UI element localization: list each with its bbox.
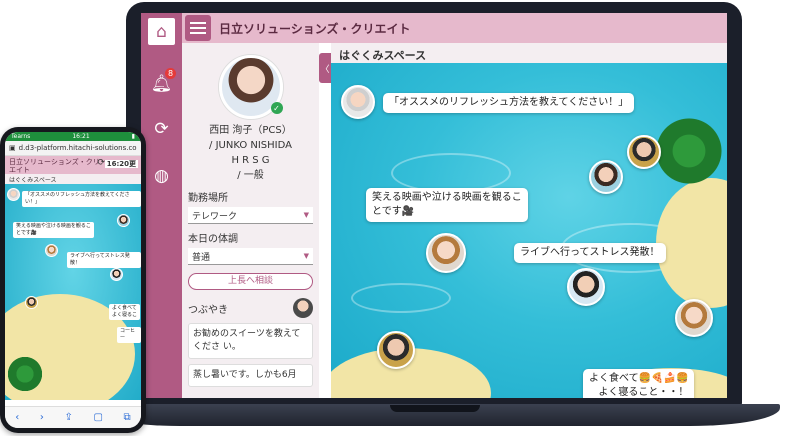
url-text: d.d3-platform.hitachi-solutions.co [18,144,137,152]
avatar[interactable] [589,160,623,194]
bubble-line: よく寝るこ [112,312,138,318]
speech-bubble[interactable]: ライブへ行ってストレス発散！ [67,252,141,268]
device-mockup-stage: ⌂ 🔔︎ 8 ⟳ ◍ 日立ソリューションズ・クリエイト ✓ 西田 洵子（PCS）… [0,0,800,436]
island-sand [656,178,727,308]
sync-icon[interactable]: ⟳ [146,113,177,144]
condition-label: 本日の体調 [188,234,238,245]
space-title: はぐくみスペース [331,43,727,63]
status-time: 16:21 [72,133,90,140]
name-line: / JUNKO NISHIDA [209,140,292,151]
name-line: 西田 洵子（PCS） [209,125,292,136]
bubble-line: よく寝ること・・！ [598,387,689,398]
browser-nav-bar: ‹ › ⇪ ▢ ⧉ [5,406,141,428]
battery-icon: ▮ [131,133,135,140]
phone-app-header: 日立ソリューションズ・クリ エイト ⟳ 16:20更 [5,156,141,174]
app-sidebar: ⌂ 🔔︎ 8 ⟳ ◍ [141,13,182,398]
app-header: 日立ソリューションズ・クリエイト [182,13,727,43]
tweet-card[interactable]: 蒸し暑いです。しかも6月 [188,364,313,387]
bubble-line: とです🎥 [16,230,38,236]
back-icon[interactable]: ‹ [15,412,19,423]
bookmarks-icon[interactable]: ▢ [93,412,102,423]
bell-icon[interactable]: 🔔︎ 8 [146,68,177,99]
speech-bubble[interactable]: 笑える映画や泣ける映画を観るこ とです🎥 [13,222,94,238]
avatar[interactable]: ✓ [218,55,283,119]
phone-status-bar: Tearns 16:21 ▮ [5,132,141,141]
forward-icon[interactable]: › [40,412,44,423]
speech-bubble[interactable]: よく食べて よく寝るこ [109,304,141,320]
bubble-line: 笑える映画や泣ける映画を観るこ [372,192,522,203]
palm-tree-icon [651,113,727,189]
avatar[interactable] [627,135,661,169]
speech-bubble[interactable]: 「オススメのリフレッシュ方法を教えてください！」 [22,191,141,207]
role-line: / 一般 [237,170,264,181]
chevron-down-icon: ▼ [303,211,309,219]
globe-icon[interactable]: ◍ [146,160,177,191]
avatar[interactable] [293,298,313,318]
laptop-notch [390,405,480,412]
work-place-value: テレワーク [192,211,238,222]
smartphone-bezel: Tearns 16:21 ▮ ▣ d.d3-platform.hitachi-s… [0,127,146,433]
speech-bubble[interactable]: ライブへ行ってストレス発散！ [514,243,666,263]
bubble-line: よく食べて [112,305,137,311]
work-place-label: 勤務場所 [188,193,228,204]
share-icon[interactable]: ⇪ [64,412,72,423]
chevron-down-icon: ▼ [303,252,309,260]
space-title: はぐくみスペース [5,174,141,184]
avatar[interactable] [25,296,38,309]
bubble-line: とです🎥 [372,206,415,217]
hagukumi-space-canvas: 「オススメのリフレッシュ方法を教えてください！」 笑える映画や泣ける映画を観るこ… [331,63,727,398]
address-bar[interactable]: ▣ d.d3-platform.hitachi-solutions.co [5,141,141,156]
wave-decoration [351,283,451,313]
smartphone-screen: Tearns 16:21 ▮ ▣ d.d3-platform.hitachi-s… [5,132,141,428]
palm-tree-icon [5,354,45,394]
consult-manager-button[interactable]: 上長へ相談 [188,273,313,290]
avatar[interactable] [45,244,58,257]
bubble-line: 笑える映画や泣ける映画を観るこ [16,223,91,229]
hagukumi-space-canvas: 「オススメのリフレッシュ方法を教えてください！」 笑える映画や泣ける映画を観るこ… [5,184,141,400]
avatar[interactable] [110,268,123,281]
tabs-icon[interactable]: ⧉ [124,412,131,423]
tweets-label: つぶやき [188,304,228,316]
lock-icon: ▣ [9,144,16,152]
condition-value: 普通 [192,252,211,263]
bubble-line: よく食べて🍔🍕🍰🍔 [589,373,689,384]
work-place-select[interactable]: テレワーク ▼ [188,207,313,224]
avatar[interactable] [675,299,713,337]
menu-icon[interactable] [185,15,211,41]
avatar[interactable] [7,188,20,201]
avatar[interactable] [377,331,415,369]
speech-bubble[interactable]: よく食べて🍔🍕🍰🍔 よく寝ること・・！ [583,369,695,398]
notification-badge: 8 [165,68,176,79]
laptop-screen: ⌂ 🔔︎ 8 ⟳ ◍ 日立ソリューションズ・クリエイト ✓ 西田 洵子（PCS）… [141,13,727,398]
speech-bubble[interactable]: 笑える映画や泣ける映画を観るこ とです🎥 [366,188,528,222]
carrier-label: Tearns [11,133,31,140]
brand-title: 日立ソリューションズ・クリエイト [219,21,411,36]
condition-select[interactable]: 普通 ▼ [188,248,313,265]
update-time: 16:20更 [104,160,138,168]
profile-panel: ✓ 西田 洵子（PCS） / JUNKO NISHIDA H R S G / 一… [182,43,319,398]
speech-bubble[interactable]: コーヒー [117,327,141,343]
avatar[interactable] [567,268,605,306]
wave-decoration [391,153,511,193]
tweets-header: つぶやき [188,298,313,318]
speech-bubble[interactable]: 「オススメのリフレッシュ方法を教えてください！」 [383,93,635,113]
user-name: 西田 洵子（PCS） / JUNKO NISHIDA H R S G / 一般 [188,123,313,183]
dept-line: H R S G [231,155,270,166]
avatar[interactable] [117,214,130,227]
avatar[interactable] [426,233,466,273]
status-check-icon: ✓ [270,102,283,114]
home-icon[interactable]: ⌂ [146,16,177,47]
collapse-panel-button[interactable]: 〈 [319,53,331,83]
avatar[interactable] [341,85,375,119]
tweet-card[interactable]: お勧めのスイーツを教えてくださ い。 [188,323,313,359]
